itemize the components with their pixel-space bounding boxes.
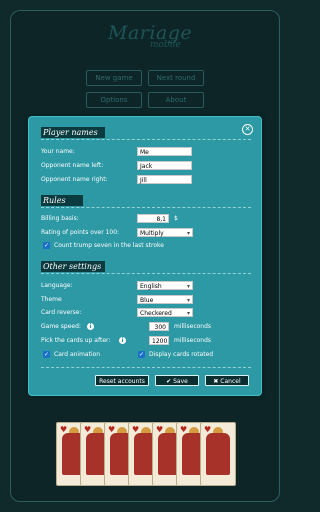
- info-icon[interactable]: i: [87, 323, 94, 330]
- card-hand: ♥ ♥ ♥ ♥ ♥ ♥ ♥: [56, 422, 236, 488]
- card-reverse-label: Card reverse:: [41, 309, 82, 316]
- opponent-right-label: Opponent name right:: [41, 176, 108, 183]
- section-other-settings: Other settings: [41, 261, 105, 272]
- cancel-button[interactable]: ✖ Cancel: [205, 375, 249, 386]
- game-speed-label: Game speed:: [41, 323, 81, 330]
- opponent-left-label: Opponent name left:: [41, 162, 104, 169]
- your-name-input[interactable]: Me: [137, 147, 192, 156]
- pick-cards-label: Pick the cards up after:: [41, 337, 111, 344]
- pick-cards-input[interactable]: 1200: [149, 336, 169, 345]
- billing-basis-label: Billing basis:: [41, 215, 79, 222]
- card-reverse-select[interactable]: Checkered: [137, 308, 193, 318]
- close-icon[interactable]: ✕: [242, 124, 253, 135]
- section-player-names: Player names: [41, 127, 105, 138]
- save-button[interactable]: ✔ Save: [155, 375, 199, 386]
- language-select[interactable]: English: [137, 281, 193, 291]
- options-dialog: ✕ Player names Your name: Me Opponent na…: [28, 116, 262, 396]
- count-trump-label: Count trump seven in the last stroke: [54, 242, 164, 249]
- display-rotated-label: Display cards rotated: [149, 351, 214, 358]
- card-animation-label: Card animation: [54, 351, 101, 358]
- section-rules: Rules: [41, 195, 83, 206]
- new-game-button[interactable]: New game: [86, 70, 142, 86]
- section-divider: [41, 207, 251, 208]
- rating-points-select[interactable]: Multiply: [137, 228, 193, 238]
- billing-basis-input[interactable]: 8,1: [137, 214, 169, 223]
- playing-card[interactable]: ♥: [200, 422, 236, 486]
- next-round-button[interactable]: Next round: [148, 70, 204, 86]
- section-divider: [41, 139, 251, 140]
- game-speed-unit: milliseconds: [174, 323, 212, 330]
- section-divider: [41, 367, 251, 368]
- reset-accounts-button[interactable]: Reset accounts: [95, 375, 149, 386]
- opponent-left-input[interactable]: Jack: [137, 161, 192, 170]
- your-name-label: Your name:: [41, 148, 75, 155]
- language-label: Language:: [41, 282, 73, 289]
- count-trump-checkbox[interactable]: ✓: [43, 242, 50, 249]
- rating-points-label: Rating of points over 100:: [41, 229, 120, 236]
- theme-select[interactable]: Blue: [137, 295, 193, 305]
- app-logo-subtitle: mobile: [150, 40, 181, 50]
- game-speed-input[interactable]: 300: [149, 322, 169, 331]
- info-icon[interactable]: i: [119, 337, 126, 344]
- currency-symbol: $: [174, 215, 178, 222]
- options-button[interactable]: Options: [86, 92, 142, 108]
- section-divider: [41, 273, 251, 274]
- card-animation-checkbox[interactable]: ✓: [43, 351, 50, 358]
- display-rotated-checkbox[interactable]: ✓: [138, 351, 145, 358]
- pick-cards-unit: milliseconds: [174, 337, 212, 344]
- theme-label: Theme: [41, 296, 62, 303]
- opponent-right-input[interactable]: Jill: [137, 175, 192, 184]
- about-button[interactable]: About: [148, 92, 204, 108]
